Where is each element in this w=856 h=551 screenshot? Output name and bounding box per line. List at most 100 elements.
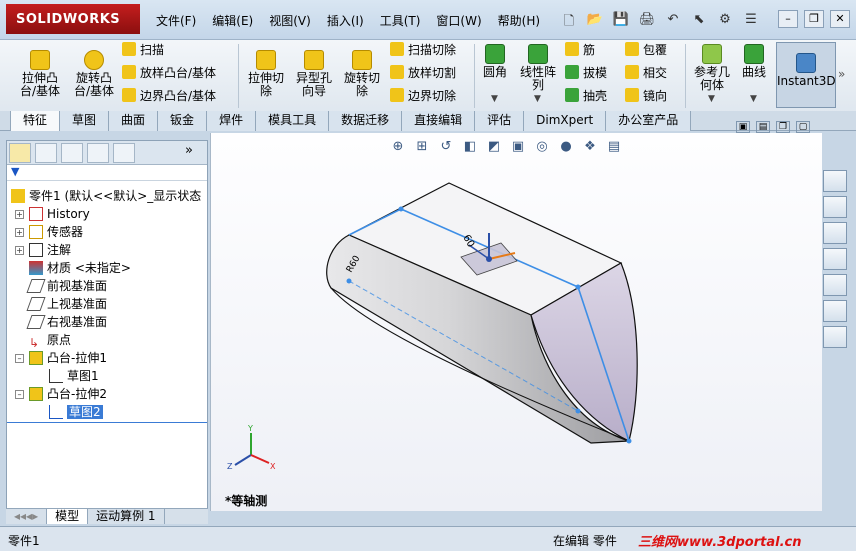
display-manager-icon[interactable] [113, 143, 135, 163]
pattern-dropdown-icon[interactable]: ▼ [534, 94, 541, 104]
sweep-button[interactable]: 扫描 [122, 40, 164, 60]
expand-panel-icon[interactable]: » [185, 143, 207, 163]
loft-cut-button[interactable]: 放样切割 [390, 63, 456, 83]
shell-button[interactable]: 抽壳 [565, 86, 607, 106]
tab-mold-tools[interactable]: 模具工具 [256, 111, 330, 131]
home-icon[interactable] [823, 196, 847, 218]
dimxpert-manager-icon[interactable] [87, 143, 109, 163]
tree-item-material[interactable]: 材质 <未指定> [29, 259, 131, 277]
menu-window[interactable]: 窗口(W) [428, 12, 489, 29]
restore-icon[interactable]: ❐ [804, 10, 824, 28]
tab-office-products[interactable]: 办公室产品 [606, 111, 692, 131]
options-icon[interactable]: ☰ [740, 12, 762, 30]
menu-help[interactable]: 帮助(H) [490, 12, 548, 29]
tree-item-history[interactable]: History [29, 205, 90, 223]
fillet-button[interactable]: 圆角 [478, 44, 512, 79]
select-icon[interactable]: ⬉ [688, 12, 710, 30]
expand-toggle[interactable]: + [15, 228, 24, 237]
file-explorer-icon[interactable] [823, 248, 847, 270]
tab-data-migration[interactable]: 数据迁移 [329, 111, 403, 131]
boundary-boss-button[interactable]: 边界凸台/基体 [122, 86, 216, 106]
menu-insert[interactable]: 插入(I) [319, 12, 372, 29]
close-icon[interactable]: ✕ [830, 10, 850, 28]
rib-button[interactable]: 筋 [565, 40, 595, 60]
tab-motion-study[interactable]: 运动算例 1 [88, 509, 165, 524]
rebuild-icon[interactable]: ⚙ [714, 12, 736, 30]
viewport-maximize-icon[interactable]: ▢ [796, 121, 810, 133]
boundary-cut-button[interactable]: 边界切除 [390, 86, 456, 106]
tree-item-origin[interactable]: ↳ 原点 [29, 331, 71, 350]
tree-item-front-plane[interactable]: 前视基准面 [26, 277, 107, 295]
tree-item-sensors[interactable]: 传感器 [29, 223, 83, 241]
revolve-cut-button[interactable]: 旋转切 除 [340, 50, 384, 98]
view-orientation-label: *等轴测 [225, 494, 268, 508]
rollback-bar[interactable] [7, 422, 207, 423]
save-icon[interactable]: 💾 [610, 12, 632, 30]
viewport-minimize-icon[interactable]: ▣ [736, 121, 750, 133]
tab-evaluate[interactable]: 评估 [475, 111, 525, 131]
design-library-icon[interactable] [823, 222, 847, 244]
open-file-icon[interactable]: 📂 [584, 12, 606, 30]
intersect-button[interactable]: 相交 [625, 63, 667, 83]
tab-features[interactable]: 特征 [10, 111, 61, 131]
view-palette-icon[interactable] [823, 274, 847, 296]
mirror-button[interactable]: 镜向 [625, 86, 667, 106]
tree-item-right-plane[interactable]: 右视基准面 [26, 313, 107, 331]
instant3d-button[interactable]: Instant3D [776, 42, 836, 108]
wrap-button[interactable]: 包覆 [625, 40, 667, 60]
ref-geometry-dropdown-icon[interactable]: ▼ [708, 94, 715, 104]
tree-root-part[interactable]: 零件1 (默认<<默认>_显示状态 [11, 187, 201, 205]
collapse-toggle[interactable]: – [15, 390, 24, 399]
tree-item-boss-extrude1[interactable]: 凸台-拉伸1 [29, 349, 107, 367]
custom-properties-icon[interactable] [823, 326, 847, 348]
graphics-area[interactable]: ⊕ ⊞ ↺ ◧ ◩ ▣ ◎ ● ❖ ▤ ▣ ▤ ❐ ▢ 60 R60 Y Z X… [210, 121, 822, 511]
viewport-restore-icon[interactable]: ❐ [776, 121, 790, 133]
draft-button[interactable]: 拔模 [565, 63, 607, 83]
fillet-dropdown-icon[interactable]: ▼ [491, 94, 498, 104]
appearances-icon[interactable] [823, 300, 847, 322]
tab-direct-editing[interactable]: 直接编辑 [402, 111, 476, 131]
svg-text:X: X [270, 462, 276, 471]
tab-surfaces[interactable]: 曲面 [109, 111, 159, 131]
hole-wizard-button[interactable]: 异型孔 向导 [292, 50, 336, 98]
viewport-tile-icon[interactable]: ▤ [756, 121, 770, 133]
minimize-icon[interactable]: – [778, 10, 798, 28]
linear-pattern-button[interactable]: 线性阵 列 [516, 44, 560, 92]
configuration-manager-icon[interactable] [61, 143, 83, 163]
tab-sheet-metal[interactable]: 钣金 [158, 111, 208, 131]
sweep-cut-button[interactable]: 扫描切除 [390, 40, 456, 60]
menu-tools[interactable]: 工具(T) [372, 12, 429, 29]
filter-icon[interactable]: ▼ [7, 165, 207, 181]
feature-manager-icon[interactable] [9, 143, 31, 163]
tree-item-top-plane[interactable]: 上视基准面 [26, 295, 107, 313]
revolve-boss-button[interactable]: 旋转凸 台/基体 [70, 50, 118, 98]
tab-sketch[interactable]: 草图 [60, 111, 110, 131]
tree-item-sketch2[interactable]: 草图2 [49, 403, 103, 421]
tab-weldments[interactable]: 焊件 [207, 111, 257, 131]
curves-dropdown-icon[interactable]: ▼ [750, 94, 757, 104]
new-file-icon[interactable]: 🗋 [558, 12, 580, 30]
menu-view[interactable]: 视图(V) [261, 12, 319, 29]
menu-file[interactable]: 文件(F) [148, 12, 204, 29]
loft-boss-button[interactable]: 放样凸台/基体 [122, 63, 216, 83]
ribbon-overflow-icon[interactable]: » [838, 64, 845, 84]
scroll-arrows[interactable]: ◂◂◂▸ [6, 509, 48, 524]
extrude-boss-button[interactable]: 拉伸凸 台/基体 [16, 50, 64, 98]
tab-model[interactable]: 模型 [47, 509, 89, 524]
menu-edit[interactable]: 编辑(E) [204, 12, 261, 29]
collapse-toggle[interactable]: – [15, 354, 24, 363]
menu-bar: 文件(F) 编辑(E) 视图(V) 插入(I) 工具(T) 窗口(W) 帮助(H… [148, 12, 548, 29]
extrude-cut-button[interactable]: 拉伸切 除 [244, 50, 288, 98]
expand-toggle[interactable]: + [15, 210, 24, 219]
property-manager-icon[interactable] [35, 143, 57, 163]
undo-icon[interactable]: ↶ [662, 12, 684, 30]
tree-item-annotations[interactable]: 注解 [29, 241, 71, 259]
tab-dimxpert[interactable]: DimXpert [524, 111, 607, 131]
curves-button[interactable]: 曲线 [738, 44, 770, 79]
reference-geometry-button[interactable]: 参考几 何体 [690, 44, 734, 92]
expand-toggle[interactable]: + [15, 246, 24, 255]
print-icon[interactable]: 🖨 [636, 12, 658, 30]
tree-item-boss-extrude2[interactable]: 凸台-拉伸2 [29, 385, 107, 403]
solidworks-resources-icon[interactable] [823, 170, 847, 192]
tree-item-sketch1[interactable]: 草图1 [49, 367, 99, 385]
